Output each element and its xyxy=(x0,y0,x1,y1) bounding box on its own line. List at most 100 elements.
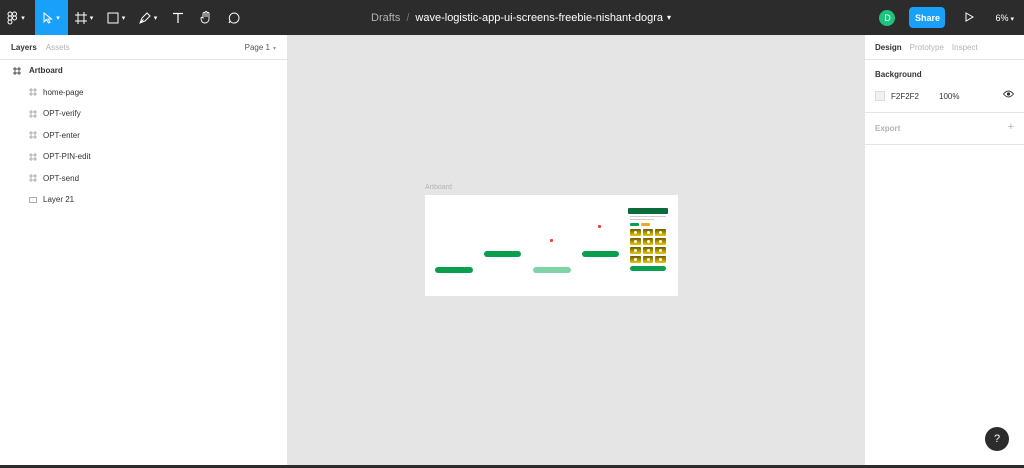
left-panel-tabs: Layers Assets Page 1 ▾ xyxy=(0,35,287,60)
pen-icon xyxy=(138,11,151,24)
file-name[interactable]: wave-logistic-app-ui-screens-freebie-nis… xyxy=(415,12,663,24)
chevron-down-icon[interactable]: ▾ xyxy=(667,13,671,22)
layer-layer-21[interactable]: Layer 21 xyxy=(0,189,287,211)
thumbnail-grid xyxy=(630,229,666,263)
breadcrumb-drafts-link[interactable]: Drafts xyxy=(371,12,400,24)
layer-label: OPT-PIN-edit xyxy=(43,152,91,162)
image-layer-icon xyxy=(27,196,39,203)
zoom-menu[interactable]: 6% ▾ xyxy=(995,13,1014,23)
background-hex-input[interactable]: F2F2F2 xyxy=(891,92,919,101)
main-menu-button[interactable]: ▾ xyxy=(0,0,32,35)
layer-opt-verify[interactable]: OPT-verify xyxy=(0,103,287,125)
share-button[interactable]: Share xyxy=(909,7,946,28)
thumbnail-tile xyxy=(630,229,641,236)
frame-icon xyxy=(27,88,39,97)
tab-inspect[interactable]: Inspect xyxy=(952,43,978,52)
screen-button-send xyxy=(582,251,619,257)
layers-panel: Layers Assets Page 1 ▾ Artboard home-page… xyxy=(0,35,288,468)
tab-prototype[interactable]: Prototype xyxy=(910,43,944,52)
red-marker xyxy=(598,225,601,228)
right-panel-tabs: Design Prototype Inspect xyxy=(865,35,1024,60)
chevron-down-icon: ▾ xyxy=(153,14,158,22)
layer-home-page[interactable]: home-page xyxy=(0,82,287,104)
text-tool-button[interactable] xyxy=(164,0,192,35)
color-swatch[interactable] xyxy=(875,91,885,101)
thumbnail-tile xyxy=(655,247,666,254)
background-opacity-input[interactable]: 100% xyxy=(939,92,959,101)
chevron-down-icon: ▾ xyxy=(89,14,94,22)
comment-tool-button[interactable] xyxy=(220,0,248,35)
present-button[interactable] xyxy=(959,8,979,28)
frame-icon xyxy=(27,152,39,161)
add-export-button[interactable]: + xyxy=(1008,121,1014,133)
thumbnail-tabs xyxy=(630,223,666,226)
artboard-frame[interactable] xyxy=(425,195,678,296)
thumbnail-header xyxy=(628,208,668,214)
screen-button-enter xyxy=(533,267,571,273)
thumbnail-tile xyxy=(642,229,654,236)
text-icon xyxy=(172,12,184,24)
background-title: Background xyxy=(875,70,922,79)
thumbnail-tile xyxy=(642,256,654,263)
thumbnail-tab xyxy=(641,223,650,226)
layer-artboard[interactable]: Artboard xyxy=(0,60,287,82)
export-section: Export + xyxy=(865,113,1024,145)
frame-icon xyxy=(27,131,39,140)
hand-tool-button[interactable] xyxy=(192,0,220,35)
red-marker xyxy=(550,239,553,242)
thumbnail-tile xyxy=(642,247,654,254)
background-section: Background F2F2F2 100% xyxy=(865,60,1024,113)
thumbnail-button xyxy=(630,266,666,271)
layer-label: OPT-send xyxy=(43,173,80,183)
properties-panel: Design Prototype Inspect Background F2F2… xyxy=(864,35,1024,468)
pen-tool-button[interactable]: ▾ xyxy=(132,0,164,35)
thumbnail-text-line xyxy=(630,216,666,217)
frame-tool-button[interactable]: ▾ xyxy=(68,0,100,35)
layer-label: OPT-verify xyxy=(43,109,81,119)
tab-design[interactable]: Design xyxy=(875,43,902,52)
frame-icon xyxy=(11,66,23,75)
chevron-down-icon: ▾ xyxy=(56,14,60,22)
layer-label: OPT-enter xyxy=(43,130,80,140)
page-label: Page 1 xyxy=(244,42,270,52)
chevron-down-icon: ▾ xyxy=(121,14,126,22)
breadcrumb: Drafts / wave-logistic-app-ui-screens-fr… xyxy=(371,0,671,35)
thumbnail-tile xyxy=(655,238,666,245)
frame-icon xyxy=(74,11,87,24)
tab-layers[interactable]: Layers xyxy=(11,43,37,52)
frame-icon xyxy=(27,109,39,118)
top-toolbar: ▾ ▾ ▾ ▾ ▾ Drafts / wave-logistic-app-ui-… xyxy=(0,0,1024,35)
thumbnail-text-line xyxy=(630,219,654,220)
layer-list: Artboard home-page OPT-verify OPT-enter … xyxy=(0,60,287,211)
eye-icon[interactable] xyxy=(1002,90,1015,100)
layer-label: Artboard xyxy=(29,66,63,76)
tab-assets[interactable]: Assets xyxy=(46,43,70,52)
page-selector[interactable]: Page 1 ▾ xyxy=(245,43,276,52)
background-fill-row: F2F2F2 100% xyxy=(875,90,1015,102)
screen-button-verify xyxy=(484,251,521,257)
canvas[interactable]: Artboard xyxy=(288,35,864,468)
layer-opt-pin-edit[interactable]: OPT-PIN-edit xyxy=(0,146,287,168)
layer-opt-send[interactable]: OPT-send xyxy=(0,168,287,190)
export-title: Export xyxy=(875,124,901,133)
breadcrumb-separator: / xyxy=(406,11,410,24)
thumbnail-tile xyxy=(642,238,654,245)
avatar[interactable]: D xyxy=(879,9,896,26)
chevron-down-icon: ▾ xyxy=(272,45,276,52)
layer-label: home-page xyxy=(43,87,84,97)
comment-icon xyxy=(228,11,240,24)
shape-tool-button[interactable]: ▾ xyxy=(100,0,132,35)
figma-menu-icon xyxy=(7,11,18,25)
help-button[interactable]: ? xyxy=(985,427,1009,451)
thumbnail-tile xyxy=(655,229,666,236)
artboard-label[interactable]: Artboard xyxy=(425,184,452,191)
shape-icon xyxy=(107,12,119,24)
figma-editor: ▾ ▾ ▾ ▾ ▾ Drafts / wave-logistic-app-ui-… xyxy=(0,0,1024,468)
frame-icon xyxy=(27,174,39,183)
move-tool-button[interactable]: ▾ xyxy=(35,0,68,35)
hand-icon xyxy=(200,11,212,24)
screen-button-home xyxy=(435,267,473,273)
toolbar-right: D Share 6% ▾ xyxy=(879,0,1024,35)
zoom-level: 6% xyxy=(995,12,1009,23)
layer-opt-enter[interactable]: OPT-enter xyxy=(0,125,287,147)
